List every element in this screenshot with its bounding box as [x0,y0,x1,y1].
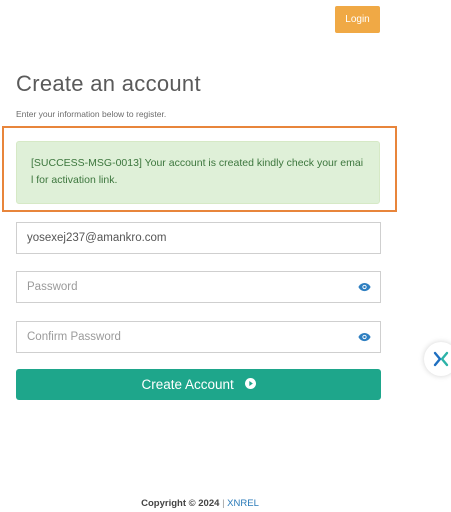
success-alert: [SUCCESS-MSG-0013] Your account is creat… [16,141,380,204]
email-field[interactable]: yosexej237@amankro.com [16,222,381,254]
brand-link[interactable]: XNREL [227,498,259,509]
footer: Copyright © 2024 | XNREL [0,498,400,509]
create-account-label: Create Account [141,377,234,392]
create-account-button[interactable]: Create Account [16,369,381,400]
eye-icon[interactable] [358,282,371,292]
register-page: Login Create an account Enter your infor… [0,0,451,512]
x-logo-icon [433,351,449,367]
copyright-text: Copyright © 2024 [141,498,220,509]
page-subtitle: Enter your information below to register… [16,109,167,119]
confirm-password-placeholder: Confirm Password [27,331,121,343]
floating-widget-button[interactable] [424,342,451,376]
confirm-password-field[interactable]: Confirm Password [16,321,381,353]
play-circle-icon [244,378,256,390]
password-field[interactable]: Password [16,271,381,303]
page-title: Create an account [16,71,201,96]
footer-separator: | [222,498,225,509]
login-button[interactable]: Login [335,6,380,33]
eye-icon[interactable] [358,332,371,342]
password-placeholder: Password [27,281,78,293]
